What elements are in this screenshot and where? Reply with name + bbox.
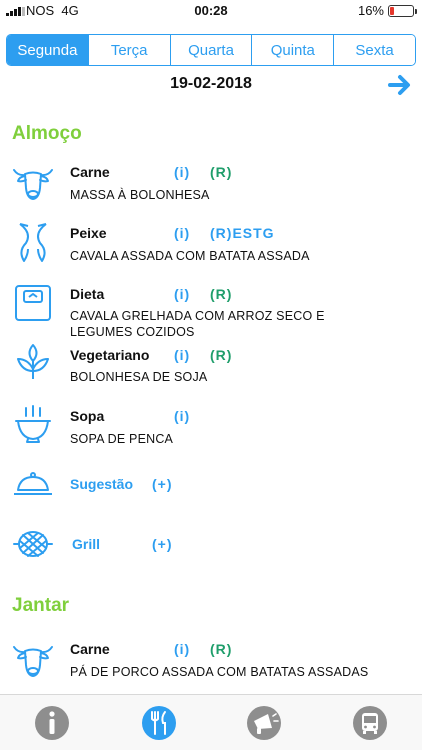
battery-icon: [388, 5, 417, 17]
item-description: MASSA À BOLONHESA: [70, 188, 210, 202]
item-name: Dieta: [70, 286, 105, 302]
scale-icon: [15, 285, 51, 321]
fork-knife-icon[interactable]: [141, 705, 177, 741]
info-button[interactable]: (i): [174, 408, 190, 424]
soup-bowl-icon: [15, 405, 51, 443]
info-button[interactable]: (i): [174, 347, 190, 363]
item-name: Carne: [70, 641, 110, 657]
bus-icon[interactable]: [352, 705, 388, 741]
tab-quarta[interactable]: Quarta: [169, 35, 252, 65]
rating-button[interactable]: (R): [210, 164, 232, 180]
fish-icon: [19, 223, 47, 262]
info-icon[interactable]: [34, 705, 70, 741]
tab-quinta[interactable]: Quinta: [251, 35, 334, 65]
section-title-jantar: Jantar: [12, 595, 70, 616]
item-name: Carne: [70, 164, 110, 180]
tab-terca[interactable]: Terça: [87, 35, 170, 65]
item-description: CAVALA GRELHADA COM ARROZ SECO E LEGUMES…: [70, 309, 325, 339]
megaphone-icon[interactable]: [246, 705, 282, 741]
tab-sexta[interactable]: Sexta: [333, 35, 415, 65]
rating-button[interactable]: (R): [210, 641, 232, 657]
item-name: Vegetariano: [70, 347, 150, 363]
item-name: Sopa: [70, 408, 105, 424]
grill-icon: [13, 531, 53, 557]
status-bar: NOS 4G 00:28 16%: [0, 0, 422, 22]
tab-segunda[interactable]: Segunda: [7, 35, 88, 65]
expand-button[interactable]: (+): [152, 476, 173, 492]
item-description: BOLONHESA DE SOJA: [70, 370, 208, 384]
info-button[interactable]: (i): [174, 641, 190, 657]
item-name: Sugestão: [70, 476, 134, 492]
item-name: Peixe: [70, 225, 107, 241]
info-button[interactable]: (i): [174, 164, 190, 180]
item-description: CAVALA ASSADA COM BATATA ASSADA: [70, 249, 310, 263]
arrow-right-icon[interactable]: [388, 74, 412, 96]
info-button[interactable]: (i): [174, 225, 190, 241]
battery-percent: 16%: [357, 3, 384, 18]
cow-icon: [13, 646, 53, 677]
menu-date: 19-02-2018: [170, 75, 252, 92]
leaf-icon: [17, 344, 49, 379]
section-title-almoco: Almoço: [12, 123, 82, 144]
bottom-nav: [0, 694, 422, 750]
rating-button[interactable]: (R): [210, 286, 232, 302]
item-description: SOPA DE PENCA: [70, 432, 174, 446]
item-name: Grill: [72, 536, 101, 552]
day-tabs: Segunda Terça Quarta Quinta Sexta: [6, 34, 416, 66]
cloche-icon: [14, 472, 52, 495]
item-description: PÁ DE PORCO ASSADA COM BATATAS ASSADAS: [70, 665, 369, 679]
info-button[interactable]: (i): [174, 286, 190, 302]
rating-button[interactable]: (R): [210, 347, 232, 363]
rating-button[interactable]: (R)ESTG: [210, 225, 275, 241]
expand-button[interactable]: (+): [152, 536, 173, 552]
cow-icon: [13, 169, 53, 200]
